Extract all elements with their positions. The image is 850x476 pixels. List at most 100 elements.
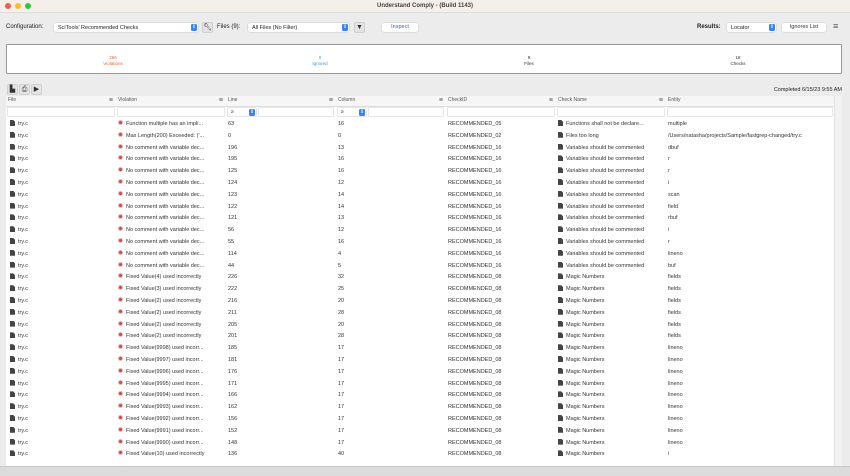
table-row[interactable]: try.c Fixed Value(10) used incorrectly 136… — [6, 449, 842, 461]
cell-text: Variables should be commented — [566, 203, 645, 210]
line-filter-input[interactable] — [259, 108, 333, 116]
table-row[interactable]: try.c No comment with variable dec... 123 1… — [6, 190, 842, 202]
violations-stat[interactable]: 266 Violations — [73, 55, 153, 66]
cell-entity: dbuf — [668, 143, 833, 155]
table-row[interactable]: try.c Fixed Value(9992) used incorr... 156… — [6, 414, 842, 426]
cell-text: Magic Numbers — [566, 345, 605, 352]
column-menu-icon[interactable]: ≡ — [329, 97, 333, 104]
entity-filter-input[interactable] — [668, 108, 832, 116]
cell-checkid: RECOMMENDED_08 — [448, 320, 555, 332]
column-header-line[interactable]: Line ≡ — [226, 96, 336, 107]
cell-column: 17 — [338, 390, 445, 402]
table-row[interactable]: try.c Fixed Value(2) used incorrectly 201 2… — [6, 331, 842, 343]
table-row[interactable]: try.c No comment with variable dec... 56 12… — [6, 225, 842, 237]
table-row[interactable]: try.c No comment with variable dec... 44 5 R… — [6, 261, 842, 273]
table-row[interactable]: try.c No comment with variable dec... 121 1… — [6, 213, 842, 225]
column-header-file[interactable]: File ≡ — [6, 96, 116, 107]
table-row[interactable]: try.c Fixed Value(9994) used incorr... 166… — [6, 390, 842, 402]
table-row[interactable]: try.c No comment with variable dec... 196 1… — [6, 143, 842, 155]
results-value: Locator — [731, 24, 750, 31]
violation-filter-input[interactable] — [118, 108, 224, 116]
column-filter-input[interactable] — [369, 108, 443, 116]
line-operator-select[interactable]: ≥ ⇕ — [228, 108, 256, 116]
inspect-button[interactable]: Inspect — [382, 23, 418, 32]
checkid-filter-input[interactable] — [448, 108, 554, 116]
check-name-filter-input[interactable] — [558, 108, 664, 116]
file-filter-input[interactable] — [8, 108, 114, 116]
table-row[interactable]: try.c Fixed Value(9993) used incorr... 162… — [6, 402, 842, 414]
table-row[interactable]: try.c No comment with variable dec... 114 4… — [6, 249, 842, 261]
print-button[interactable]: ⎙ — [19, 84, 30, 95]
cell-text: RECOMMENDED_08 — [448, 274, 502, 281]
violation-icon — [118, 403, 123, 409]
ignores-list-button[interactable]: Ignores List — [782, 23, 826, 32]
cell-violation: No comment with variable dec... — [118, 213, 225, 225]
column-menu-icon[interactable]: ≡ — [549, 97, 553, 104]
table-row[interactable]: try.c Fixed Value(9995) used incorr... 171… — [6, 379, 842, 391]
file-icon — [10, 356, 15, 362]
table-row[interactable]: try.c Fixed Value(9990) used incorr... 148… — [6, 438, 842, 450]
column-menu-icon[interactable]: ≡ — [109, 97, 113, 104]
column-operator-select[interactable]: ≥ ⇕ — [338, 108, 366, 116]
violation-icon — [118, 131, 123, 137]
file-icon — [558, 297, 563, 303]
column-header-entity[interactable]: Entity — [666, 96, 834, 107]
title-bar: Understand Comply - (Build 1143) — [0, 0, 850, 13]
file-icon — [10, 285, 15, 292]
hamburger-menu-icon[interactable]: ≡ — [833, 21, 838, 31]
column-header-violation[interactable]: Violation ≡ — [116, 96, 226, 107]
chevron-updown-icon: ⇕ — [249, 108, 255, 116]
table-row[interactable]: try.c No comment with variable dec... 55 16… — [6, 237, 842, 249]
column-menu-icon[interactable]: ≡ — [439, 97, 443, 104]
file-icon — [558, 179, 563, 185]
table-row[interactable]: try.c Fixed Value(2) used incorrectly 211 2… — [6, 308, 842, 320]
column-header-column[interactable]: Column ≡ — [336, 96, 446, 107]
cell-entity: buf — [668, 261, 833, 273]
filter-button[interactable]: ▼ — [354, 22, 365, 33]
cell-text: Variables should be commented — [566, 227, 645, 234]
table-row[interactable]: try.c Fixed Value(9998) used incorr... 185… — [6, 343, 842, 355]
cell-text: 195 — [228, 156, 238, 163]
report-icon: ▶ — [33, 86, 40, 93]
cell-text: Magic Numbers — [566, 451, 605, 458]
table-row[interactable]: try.c Fixed Value(2) used incorrectly 216 2… — [6, 296, 842, 308]
violation-icon — [118, 167, 123, 173]
column-header-checkid[interactable]: CheckID ≡ — [446, 96, 556, 107]
cell-file: try.c — [10, 119, 117, 131]
table-row[interactable]: try.c No comment with variable dec... 122 1… — [6, 202, 842, 214]
table-row[interactable]: try.c No comment with variable dec... 125 1… — [6, 166, 842, 178]
export-button[interactable]: ▙ — [7, 84, 18, 95]
files-select[interactable]: All Files (No Filter) ⇕ — [248, 23, 349, 32]
configuration-select[interactable]: SciTools' Recommended Checks ⇕ — [54, 23, 198, 32]
violation-icon — [118, 285, 123, 291]
table-row[interactable]: try.c Function multiple has an impli... 63… — [6, 119, 842, 131]
table-row[interactable]: try.c Fixed Value(9997) used incorr... 181… — [6, 355, 842, 367]
cell-column: 0 — [338, 131, 445, 143]
table-row[interactable]: try.c Fixed Value(4) used incorrectly 226 3… — [6, 272, 842, 284]
table-row[interactable]: try.c Fixed Value(9996) used incorr... 176… — [6, 367, 842, 379]
table-row[interactable]: try.c Fixed Value(2) used incorrectly 205 2… — [6, 320, 842, 332]
wrench-button[interactable]: 🔧︎ — [202, 22, 213, 33]
table-row[interactable]: try.c No comment with variable dec... 124 1… — [6, 178, 842, 190]
cell-text: Max Length(200) Exceeded: ('... — [126, 132, 205, 139]
results-select[interactable]: Locator ⇕ — [727, 23, 776, 32]
files-stat[interactable]: 9 Files — [489, 55, 569, 66]
cell-check-name: Variables should be commented — [558, 237, 665, 249]
table-row[interactable]: try.c Fixed Value(3) used incorrectly 222 2… — [6, 284, 842, 296]
table-row[interactable]: try.c Fixed Value(9991) used incorr... 152… — [6, 426, 842, 438]
cell-check-name: Variables should be commented — [558, 213, 665, 225]
column-menu-icon[interactable]: ≡ — [219, 97, 223, 104]
cell-text: fields — [668, 286, 681, 293]
checks-stat[interactable]: 18 Checks — [698, 55, 778, 66]
table-row[interactable]: try.c No comment with variable dec... 195 1… — [6, 154, 842, 166]
cell-file: try.c — [10, 390, 117, 402]
column-menu-icon[interactable]: ≡ — [659, 97, 663, 104]
column-header-label: File — [8, 97, 17, 103]
file-icon — [558, 273, 563, 280]
column-header-check-name[interactable]: Check Name ≡ — [556, 96, 666, 107]
ignored-stat[interactable]: 0 Ignored — [280, 55, 360, 66]
report-button[interactable]: ▶ — [31, 84, 42, 95]
table-row[interactable]: try.c Max Length(200) Exceeded: ('... 0 0 RE… — [6, 131, 842, 143]
cell-text: fields — [668, 333, 681, 340]
cell-text: Function multiple has an impli... — [126, 121, 204, 127]
